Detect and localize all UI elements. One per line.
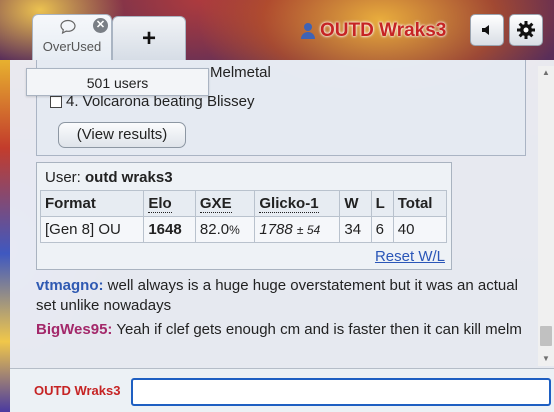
col-gxe: GXE: [194, 190, 256, 217]
message-author[interactable]: BigWes95:: [36, 321, 112, 338]
user-icon: [301, 23, 315, 39]
chat-input-row: OUTD Wraks3: [10, 368, 554, 412]
ladder-user: User: outd wraks3: [45, 169, 173, 186]
chat-message: vtmagno: well always is a huge huge over…: [36, 276, 536, 316]
tab-overused[interactable]: ✕ OverUsed: [32, 14, 112, 60]
cell-l: 6: [370, 216, 394, 243]
col-format: Format: [39, 190, 145, 217]
message-text: Yeah if clef gets enough cm and is faste…: [116, 321, 522, 338]
tab-label: OverUsed: [42, 39, 102, 54]
col-glicko: Glicko-1: [254, 190, 341, 217]
close-icon[interactable]: ✕: [93, 18, 108, 33]
ladder-header-row: Format Elo GXE Glicko-1 W L Total: [39, 190, 448, 217]
input-username: OUTD Wraks3: [34, 383, 121, 398]
view-results-button[interactable]: (View results): [58, 122, 186, 148]
cell-elo: 1648: [143, 216, 196, 243]
gear-icon: [517, 21, 535, 39]
chat-scrollbar[interactable]: ▲ ▼: [538, 66, 554, 366]
col-gxe-label: GXE: [199, 195, 232, 213]
add-tab-button[interactable]: +: [112, 16, 186, 60]
col-elo: Elo: [143, 190, 196, 217]
settings-button[interactable]: [509, 14, 543, 46]
user-menu[interactable]: OUTD Wraks3: [300, 19, 446, 43]
table-row: [Gen 8] OU 1648 82.0% 1788 ± 54 34 6 40: [39, 216, 448, 243]
sound-button[interactable]: [470, 14, 504, 46]
ladder-box: User: outd wraks3 Format Elo GXE Glicko-…: [36, 162, 452, 270]
chat-message: BigWes95: Yeah if clef gets enough cm an…: [36, 320, 536, 340]
scroll-thumb[interactable]: [540, 326, 552, 346]
message-text: well always is a huge huge overstatement…: [36, 277, 518, 314]
ladder-user-label: User:: [45, 169, 81, 186]
chat-input[interactable]: [131, 378, 551, 406]
cell-gxe: 82.0%: [194, 216, 256, 243]
chat-bubble-icon: [60, 19, 76, 35]
col-glicko-label: Glicko-1: [259, 195, 319, 213]
sound-icon: [482, 25, 489, 35]
message-author[interactable]: vtmagno:: [36, 277, 104, 294]
reset-wl-link[interactable]: Reset W/L: [375, 248, 445, 265]
scroll-up-icon[interactable]: ▲: [538, 66, 554, 80]
background-left-edge: [0, 60, 10, 412]
glicko-value: 1788: [259, 221, 293, 238]
users-count-button[interactable]: 501 users: [26, 68, 209, 96]
gxe-unit: %: [229, 223, 240, 237]
col-total: Total: [392, 190, 448, 217]
cell-glicko: 1788 ± 54: [254, 216, 341, 243]
col-w: W: [339, 190, 372, 217]
poll-checkbox[interactable]: [50, 95, 62, 108]
ladder-table: Format Elo GXE Glicko-1 W L Total [Gen 8…: [39, 190, 448, 243]
cell-total: 40: [392, 216, 448, 243]
ladder-user-name: outd wraks3: [85, 169, 173, 186]
gxe-value: 82.0: [199, 221, 230, 238]
cell-format: [Gen 8] OU: [39, 216, 145, 243]
glicko-dev: ± 54: [296, 223, 321, 237]
poll-option-label: Melmetal: [210, 64, 271, 81]
col-elo-label: Elo: [148, 195, 172, 213]
username: OUTD Wraks3: [320, 20, 447, 41]
scroll-down-icon[interactable]: ▼: [538, 352, 554, 366]
cell-w: 34: [339, 216, 372, 243]
col-l: L: [370, 190, 394, 217]
